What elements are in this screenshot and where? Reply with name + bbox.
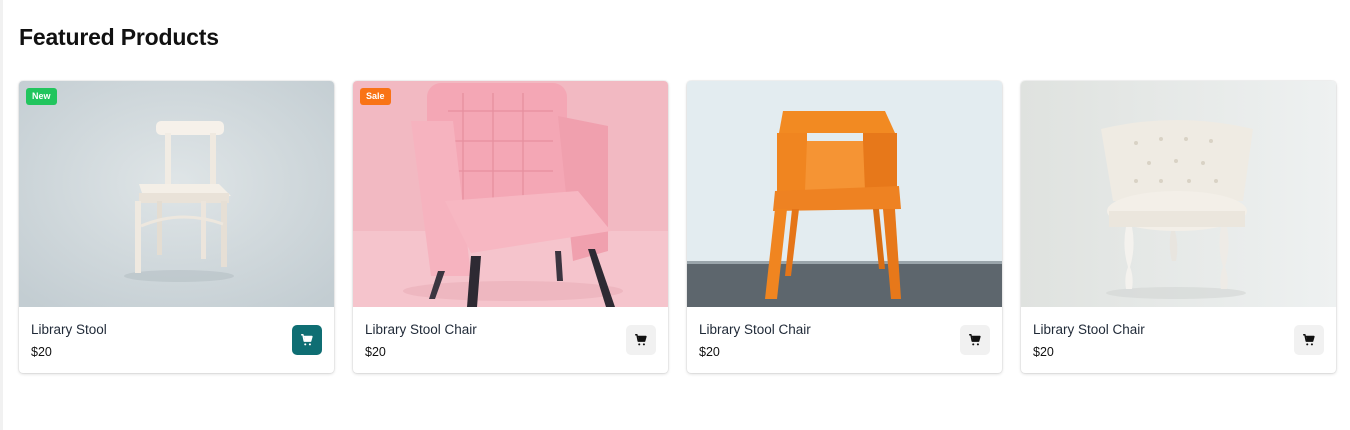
product-image[interactable] (687, 81, 1002, 307)
white-wooden-chair-image (19, 81, 334, 307)
shopping-cart-icon (969, 334, 981, 346)
product-name[interactable]: Library Stool (31, 322, 107, 337)
add-to-cart-button[interactable] (960, 325, 990, 355)
product-price: $20 (1033, 345, 1054, 359)
product-image[interactable] (1021, 81, 1336, 307)
product-image[interactable]: New (19, 81, 334, 307)
shopping-cart-icon (301, 334, 313, 346)
orange-plastic-chair-image (687, 81, 1002, 307)
product-price: $20 (31, 345, 52, 359)
product-grid: New Library Stool $20 Sale Library Stool… (19, 81, 1336, 373)
product-name[interactable]: Library Stool Chair (1033, 322, 1145, 337)
product-badge: Sale (360, 88, 391, 105)
product-badge: New (26, 88, 57, 105)
card-body: Library Stool Chair $20 (687, 307, 1002, 373)
product-name[interactable]: Library Stool Chair (365, 322, 477, 337)
product-card[interactable]: Library Stool Chair $20 (687, 81, 1002, 373)
page-frame: Featured Products New Library Stool $20 … (0, 0, 1350, 430)
shopping-cart-icon (1303, 334, 1315, 346)
product-price: $20 (365, 345, 386, 359)
white-tufted-chair-image (1021, 81, 1336, 307)
pink-armchair-image (353, 81, 668, 307)
card-body: Library Stool Chair $20 (353, 307, 668, 373)
section-title: Featured Products (19, 24, 219, 50)
product-image[interactable]: Sale (353, 81, 668, 307)
card-body: Library Stool $20 (19, 307, 334, 373)
product-card[interactable]: New Library Stool $20 (19, 81, 334, 373)
shopping-cart-icon (635, 334, 647, 346)
add-to-cart-button[interactable] (292, 325, 322, 355)
product-card[interactable]: Sale Library Stool Chair $20 (353, 81, 668, 373)
card-body: Library Stool Chair $20 (1021, 307, 1336, 373)
add-to-cart-button[interactable] (626, 325, 656, 355)
add-to-cart-button[interactable] (1294, 325, 1324, 355)
product-card[interactable]: Library Stool Chair $20 (1021, 81, 1336, 373)
product-name[interactable]: Library Stool Chair (699, 322, 811, 337)
product-price: $20 (699, 345, 720, 359)
